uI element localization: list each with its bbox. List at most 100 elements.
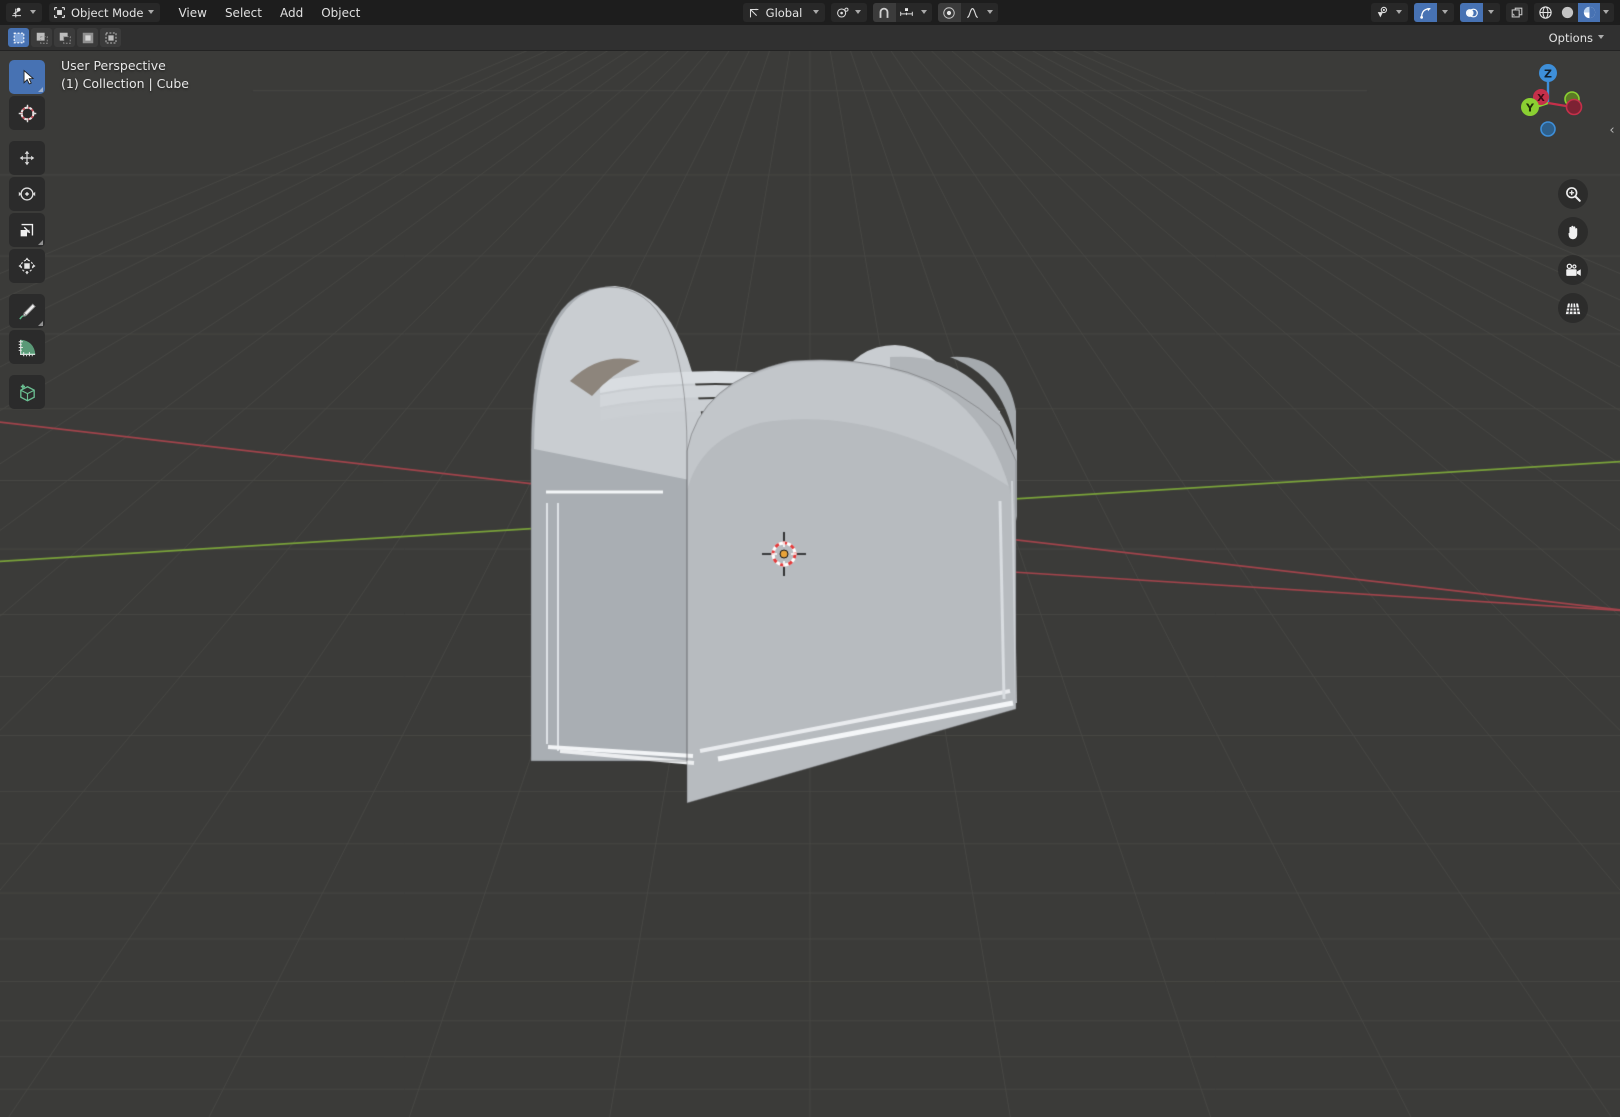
gizmo-axis-z-negative[interactable] [1540,121,1556,137]
object-visibility-selector[interactable] [1371,3,1409,22]
viewport-canvas[interactable] [0,51,1620,1117]
gizmo-label-x: X [1537,93,1545,104]
overlays-toggle[interactable] [1460,3,1484,22]
select-invert-icon [82,32,93,43]
select-extend-icon [36,32,48,44]
chevron-down-icon [920,9,929,17]
shading-material-icon [1583,6,1595,19]
transform-icon [18,257,36,275]
shading-solid-icon [1561,6,1573,19]
shading-solid-button[interactable] [1556,3,1579,22]
proportional-editing-group [937,3,998,22]
add-cube-icon [19,383,35,401]
gizmo-axis-x-negative[interactable] [1565,98,1583,116]
tool-submenu-corner [38,87,43,92]
show-hide-eye-icon [1377,6,1388,17]
select-mode-intersect[interactable] [100,28,121,47]
shading-wireframe-button[interactable] [1534,3,1557,22]
tool-scale[interactable] [9,213,45,247]
select-set-icon [13,32,24,43]
tool-cursor[interactable] [9,96,45,130]
shading-material-button[interactable] [1578,3,1601,22]
orthographic-grid-icon [1565,302,1581,314]
tool-transform[interactable] [9,249,45,283]
gizmo-dropdown[interactable] [1437,3,1455,22]
options-label: Options [1548,30,1593,45]
3d-cursor-icon [18,104,36,122]
pivot-point-selector[interactable] [830,3,867,22]
camera-view-button[interactable] [1558,255,1588,285]
tool-measure[interactable] [9,330,45,364]
menu-add[interactable]: Add [271,4,312,22]
menu-select[interactable]: Select [216,4,271,22]
viewport-toolbar [9,60,45,409]
chevron-down-icon [1487,9,1496,17]
select-mode-extend[interactable] [31,28,52,47]
snap-target-selector[interactable] [895,3,918,22]
pan-button[interactable] [1558,217,1588,247]
chevron-down-icon [30,9,38,17]
tool-rotate[interactable] [9,177,45,211]
pan-hand-icon [1568,225,1578,240]
orientation-axes-icon [749,8,759,17]
rotate-icon [18,187,36,201]
select-mode-subtract[interactable] [54,28,75,47]
viewport-nav-buttons [1558,179,1588,323]
transform-orientation-selector[interactable]: Global [742,3,825,22]
zoom-button[interactable] [1558,179,1588,209]
proportional-editing-icon [943,6,955,19]
tool-add-cube[interactable] [9,375,45,409]
falloff-curve-icon [966,7,978,18]
proportional-falloff-selector[interactable] [960,3,984,22]
3d-viewport[interactable]: User Perspective (1) Collection | Cube Z… [0,51,1620,1117]
interaction-mode-selector[interactable]: Object Mode [49,3,161,22]
tool-submenu-corner [38,321,43,326]
snap-magnet-toggle[interactable] [872,3,896,22]
chevron-down-icon [854,9,863,17]
measure-ruler-icon [18,339,35,356]
menu-view[interactable]: View [169,4,215,22]
shading-rendered-button[interactable] [1600,3,1615,22]
toggle-perspective-button[interactable] [1558,293,1588,323]
gizmo-group [1414,3,1455,22]
tool-annotate[interactable] [9,294,45,328]
tool-tweak-select-box[interactable] [9,60,45,94]
select-subtract-icon [59,32,71,44]
shading-mode-group [1534,3,1615,22]
interaction-mode-label: Object Mode [71,5,144,20]
select-mode-group [8,28,121,47]
xray-toggle-icon [1511,7,1523,17]
chevron-down-icon [812,9,821,17]
editor-type-3d-viewport-icon [12,7,21,17]
select-intersect-icon [104,31,117,44]
pivot-point-icon [836,7,849,18]
tool-settings-bar: Options [0,25,1620,51]
select-mode-invert[interactable] [77,28,98,47]
options-button[interactable]: Options [1543,29,1612,47]
navigation-gizmo[interactable]: Z X Y [1504,59,1592,147]
xray-toggle[interactable] [1506,3,1529,22]
transform-orientation-label: Global [765,5,803,20]
gizmo-toggle[interactable] [1414,3,1438,22]
overlays-group [1460,3,1501,22]
snapping-group [872,3,932,22]
cursor-arrow-icon [23,69,34,85]
tool-move[interactable] [9,141,45,175]
chevron-down-icon [1598,34,1606,42]
chevron-down-icon [1396,9,1404,17]
snap-dropdown[interactable] [917,3,932,22]
overlays-dropdown[interactable] [1483,3,1501,22]
editor-type-selector[interactable] [6,3,42,22]
proportional-falloff-dropdown[interactable] [983,3,998,22]
sidebar-toggle-arrow[interactable]: ‹ [1605,115,1619,145]
chevron-down-icon [1441,9,1450,17]
overlays-two-circles-icon [1465,8,1478,17]
camera-view-icon [1565,263,1581,276]
proportional-editing-toggle[interactable] [937,3,961,22]
chevron-down-icon [1603,9,1611,17]
menu-object[interactable]: Object [312,4,369,22]
gizmo-arrow-icon [1419,7,1430,19]
select-mode-set[interactable] [8,28,29,47]
blender-window: Object Mode View Select Add Object Globa… [0,0,1620,1117]
scale-icon [20,223,34,237]
